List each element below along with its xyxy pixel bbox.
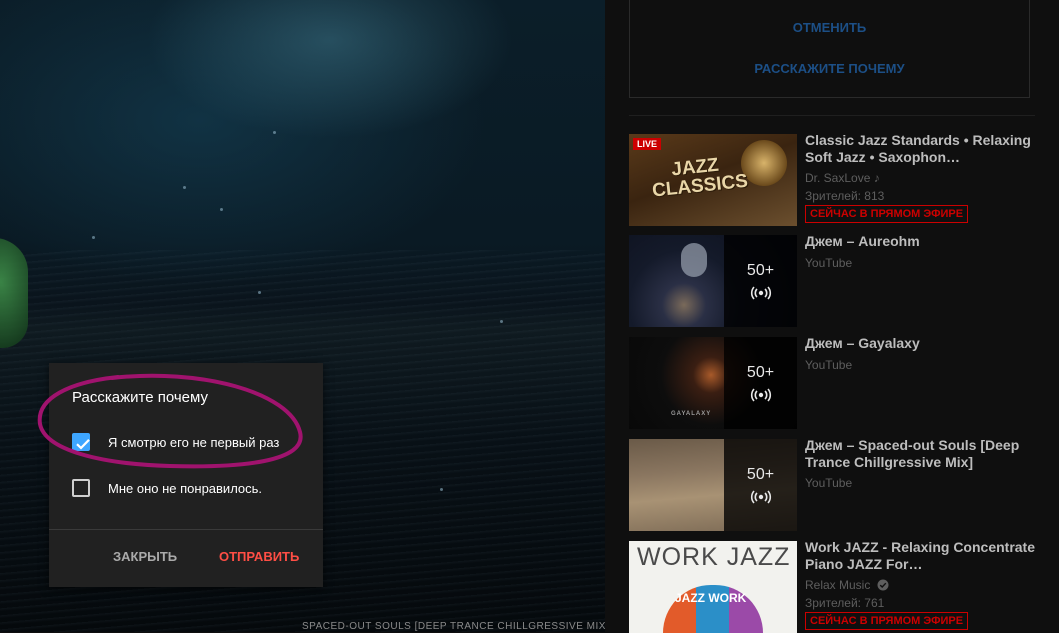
star-particle <box>183 186 186 189</box>
video-viewers: Зрителей: 813 <box>805 189 885 203</box>
video-channel[interactable]: Dr. SaxLove ♪ <box>805 170 880 186</box>
video-thumbnail[interactable]: GAYALAXY 50+ <box>629 337 797 429</box>
verified-icon <box>877 579 889 591</box>
live-now-tag: СЕЙЧАС В ПРЯМОМ ЭФИРЕ <box>805 612 969 630</box>
option-watched-before[interactable]: Я смотрю его не первый раз <box>72 431 279 453</box>
video-title[interactable]: Джем – Spaced-out Souls [Deep Trance Chi… <box>805 437 1049 471</box>
video-channel[interactable]: YouTube <box>805 357 852 373</box>
thumbnail-subtext: JAZZ WORK <box>675 591 747 605</box>
star-particle <box>220 208 223 211</box>
undo-button[interactable]: ОТМЕНИТЬ <box>630 20 1029 35</box>
video-viewers: Зрителей: 761 <box>805 596 885 610</box>
radio-mix-icon <box>750 490 771 504</box>
submit-button[interactable]: ОТПРАВИТЬ <box>219 549 299 564</box>
dialog-title: Расскажите почему <box>72 389 208 406</box>
video-thumbnail[interactable]: WORK JAZZ JAZZ WORK <box>629 541 797 633</box>
video-item[interactable]: 50+ Джем – Aureohm YouTube <box>629 233 1049 327</box>
tell-why-button[interactable]: РАССКАЖИТЕ ПОЧЕМУ <box>630 61 1029 76</box>
video-title[interactable]: Work JAZZ - Relaxing Concentrate Piano J… <box>805 539 1049 573</box>
mix-overlay: 50+ <box>724 235 797 327</box>
feedback-dialog: Расскажите почему Я смотрю его не первый… <box>49 363 323 587</box>
video-thumbnail[interactable]: JAZZ CLASSICS LIVE <box>629 134 797 226</box>
mix-count: 50+ <box>746 262 775 279</box>
video-caption: SPACED-OUT SOULS [DEEP TRANCE CHILLGRESS… <box>302 621 605 632</box>
video-title[interactable]: Джем – Gayalaxy <box>805 335 1049 352</box>
video-thumbnail[interactable]: 50+ <box>629 235 797 327</box>
star-particle <box>500 320 503 323</box>
sidebar: ОТМЕНИТЬ РАССКАЖИТЕ ПОЧЕМУ JAZZ CLASSICS… <box>605 0 1059 633</box>
close-button[interactable]: ЗАКРЫТЬ <box>113 549 177 564</box>
mix-count: 50+ <box>746 466 775 483</box>
checkbox-checked[interactable] <box>72 433 90 451</box>
radio-mix-icon <box>750 286 771 300</box>
checkmark-icon <box>76 439 90 450</box>
video-item[interactable]: GAYALAXY 50+ Джем – Gayalaxy YouTube <box>629 335 1049 429</box>
video-item[interactable]: 50+ Джем – Spaced-out Souls [Deep Trance… <box>629 437 1049 531</box>
mix-overlay: 50+ <box>724 439 797 531</box>
video-channel[interactable]: Relax Music <box>805 578 870 592</box>
thumbnail-text: GAYALAXY <box>671 411 712 417</box>
mix-overlay: 50+ <box>724 337 797 429</box>
astronaut-image <box>681 243 707 277</box>
thumbnail-text: WORK JAZZ <box>637 543 791 571</box>
video-channel-row[interactable]: Relax Music <box>805 577 889 593</box>
live-now-tag: СЕЙЧАС В ПРЯМОМ ЭФИРЕ <box>805 205 969 223</box>
star-particle <box>258 291 261 294</box>
video-channel[interactable]: YouTube <box>805 475 852 491</box>
video-title[interactable]: Джем – Aureohm <box>805 233 1049 250</box>
option-disliked[interactable]: Мне оно не понравилось. <box>72 477 262 499</box>
dialog-divider <box>49 529 323 530</box>
saxophone-bell-image <box>741 140 787 186</box>
video-item[interactable]: JAZZ CLASSICS LIVE Classic Jazz Standard… <box>629 132 1049 226</box>
live-badge: LIVE <box>633 138 662 150</box>
star-particle <box>92 236 95 239</box>
video-item[interactable]: WORK JAZZ JAZZ WORK Work JAZZ - Relaxing… <box>629 539 1049 633</box>
video-player[interactable]: SPACED-OUT SOULS [DEEP TRANCE CHILLGRESS… <box>0 0 605 632</box>
feedback-panel: ОТМЕНИТЬ РАССКАЖИТЕ ПОЧЕМУ <box>629 0 1030 98</box>
radio-mix-icon <box>750 388 771 402</box>
video-title[interactable]: Classic Jazz Standards • Relaxing Soft J… <box>805 132 1049 166</box>
star-particle <box>440 488 443 491</box>
option-label: Я смотрю его не первый раз <box>108 434 280 450</box>
mix-count: 50+ <box>746 364 775 381</box>
sidebar-separator <box>629 115 1035 116</box>
thumbnail-text: JAZZ CLASSICS <box>651 154 749 202</box>
video-thumbnail[interactable]: 50+ <box>629 439 797 531</box>
video-channel[interactable]: YouTube <box>805 255 852 271</box>
checkbox-unchecked[interactable] <box>72 479 90 497</box>
option-label: Мне оно не понравилось. <box>108 480 263 496</box>
star-particle <box>273 131 276 134</box>
